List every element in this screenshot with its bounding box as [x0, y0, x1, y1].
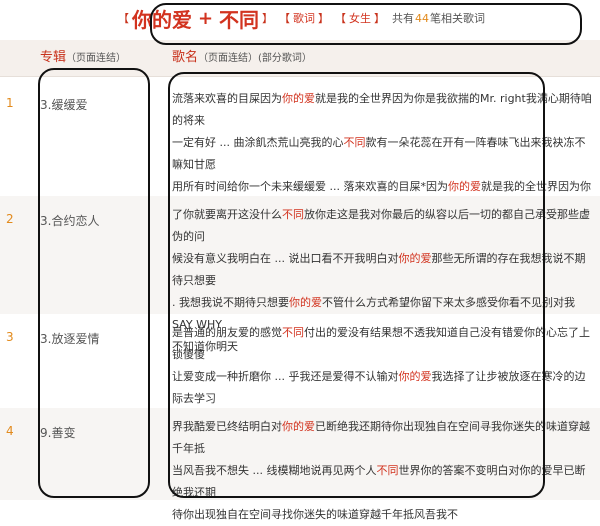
- song-column-label: 歌名: [172, 50, 199, 65]
- lyrics-text: 待你出现独自在空间寻找你迷失的味道穿越千年抵风吾我不: [172, 508, 458, 521]
- row-number: 3: [6, 330, 14, 344]
- lyrics-line: 待你出现独自在空间寻找你迷失的味道穿越千年抵风吾我不: [172, 504, 592, 526]
- annotation-frame-album: [38, 68, 150, 498]
- album-column-header: 专辑（页面连结）: [40, 46, 126, 65]
- bracket-open: 【: [117, 12, 129, 25]
- row-number: 1: [6, 96, 14, 110]
- row-number: 4: [6, 424, 14, 438]
- row-number: 2: [6, 212, 14, 226]
- album-column-note: （页面连结）: [66, 53, 127, 64]
- album-column-label: 专辑: [40, 50, 67, 65]
- annotation-frame-lyrics: [168, 72, 545, 498]
- song-column-note: （页面连结）(部分歌词）: [198, 53, 312, 64]
- annotation-frame-summary: [150, 3, 582, 45]
- song-column-header: 歌名（页面连结）(部分歌词）: [172, 46, 312, 65]
